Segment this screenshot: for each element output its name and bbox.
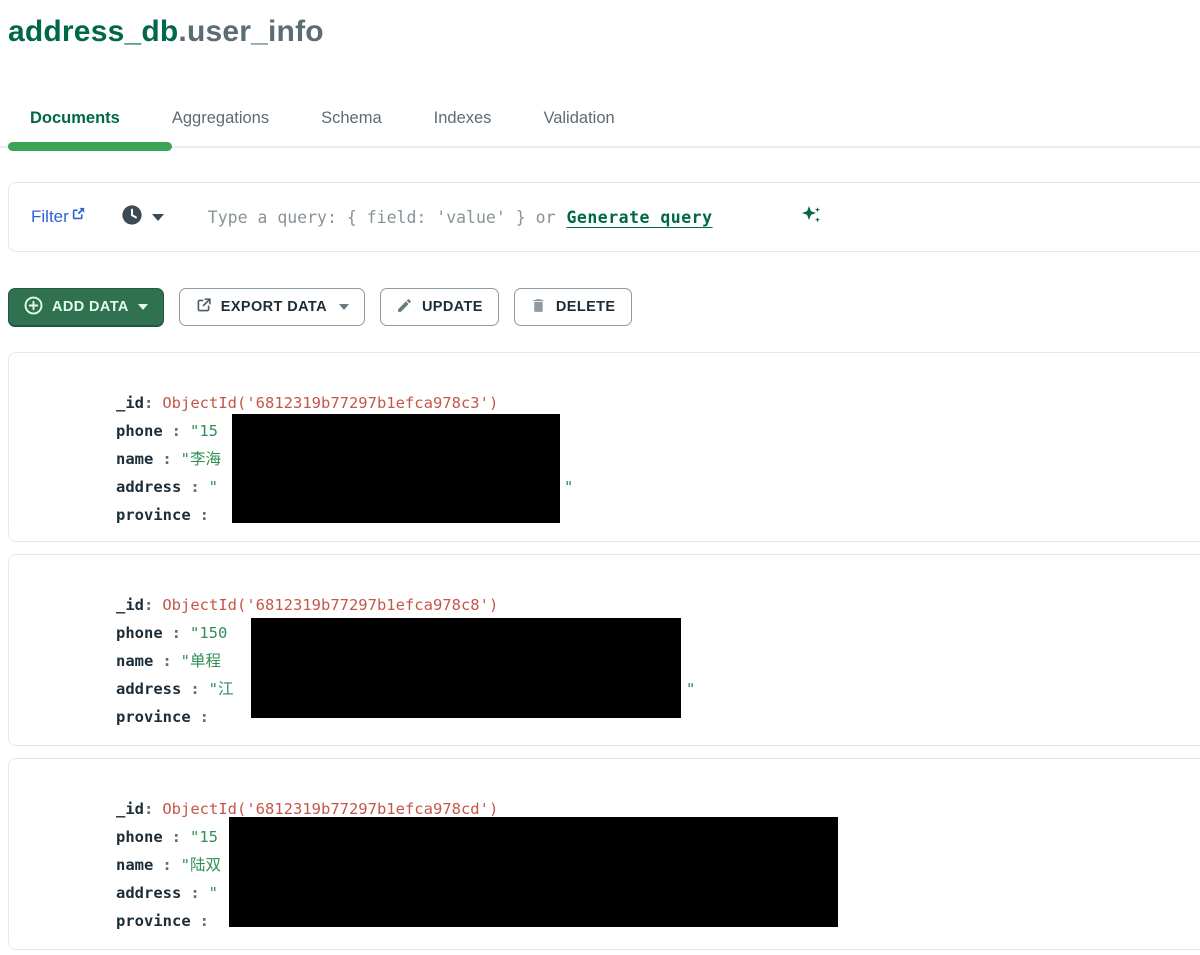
- collection-name: user_info: [187, 15, 324, 48]
- key-value-separator: :: [190, 478, 199, 496]
- field-value: "江: [209, 680, 234, 698]
- field-value-closing-quote: ": [686, 675, 695, 703]
- objectid-value: ObjectId('6812319b77297b1efca978c8'): [162, 596, 498, 614]
- query-bar: Filter Type a query: { field: 'value' } …: [8, 182, 1200, 252]
- tab-documents[interactable]: Documents: [30, 106, 120, 130]
- tab-indexes-label: Indexes: [434, 109, 492, 127]
- generate-query-link[interactable]: Generate query: [566, 208, 712, 227]
- objectid-value: ObjectId('6812319b77297b1efca978cd'): [162, 800, 498, 818]
- field-key: province: [116, 708, 191, 726]
- field-key: phone: [116, 624, 163, 642]
- clock-icon: [121, 204, 143, 231]
- redaction-box: [251, 618, 681, 718]
- chevron-down-icon: [138, 304, 148, 310]
- field-value: "李海: [181, 450, 221, 468]
- key-value-separator: :: [190, 680, 199, 698]
- external-link-icon: [72, 205, 85, 225]
- delete-button[interactable]: DELETE: [514, 288, 632, 326]
- key-value-separator: :: [162, 856, 171, 874]
- tab-documents-label: Documents: [30, 109, 120, 127]
- field-key: province: [116, 912, 191, 930]
- field-key: phone: [116, 828, 163, 846]
- chevron-down-icon: [339, 304, 349, 310]
- key-value-separator: :: [144, 596, 153, 614]
- field-key: name: [116, 856, 153, 874]
- tab-validation-label: Validation: [543, 109, 614, 127]
- key-value-separator: :: [190, 884, 199, 902]
- field-key: _id: [116, 800, 144, 818]
- tab-aggregations[interactable]: Aggregations: [172, 106, 269, 130]
- field-value: ": [209, 478, 218, 496]
- filter-link-label: Filter: [31, 207, 69, 227]
- export-icon: [195, 297, 212, 318]
- plus-circle-icon: [24, 296, 43, 319]
- update-label: UPDATE: [422, 299, 483, 315]
- collection-tabs: Documents Aggregations Schema Indexes Va…: [0, 106, 1200, 148]
- query-input[interactable]: Type a query: { field: 'value' } or Gene…: [208, 186, 821, 248]
- key-value-separator: :: [172, 828, 181, 846]
- query-history-button[interactable]: [121, 204, 164, 231]
- update-button[interactable]: UPDATE: [380, 288, 499, 326]
- field-key: name: [116, 652, 153, 670]
- active-tab-indicator: [8, 142, 172, 151]
- field-value: ": [209, 884, 218, 902]
- field-row-id: _id: ObjectId('6812319b77297b1efca978c8'): [116, 591, 1200, 619]
- collection-view: address_db.user_info Documents Aggregati…: [0, 0, 1200, 955]
- key-value-separator: :: [172, 624, 181, 642]
- chevron-down-icon: [152, 214, 164, 221]
- field-key: address: [116, 680, 181, 698]
- field-key: _id: [116, 394, 144, 412]
- field-value: "150: [190, 624, 227, 642]
- query-placeholder: Type a query: { field: 'value' } or: [208, 208, 556, 227]
- objectid-value: ObjectId('6812319b77297b1efca978c3'): [162, 394, 498, 412]
- field-key: _id: [116, 596, 144, 614]
- tab-aggregations-label: Aggregations: [172, 109, 269, 127]
- field-key: address: [116, 478, 181, 496]
- namespace-separator: .: [178, 15, 187, 48]
- sparkle-icon: [722, 186, 821, 248]
- tab-schema[interactable]: Schema: [321, 106, 382, 130]
- key-value-separator: :: [172, 422, 181, 440]
- key-value-separator: :: [162, 450, 171, 468]
- field-value-closing-quote: ": [564, 473, 573, 501]
- field-value: "15: [190, 422, 218, 440]
- field-row-id: _id: ObjectId('6812319b77297b1efca978c3'): [116, 389, 1200, 417]
- field-key: address: [116, 884, 181, 902]
- page-title: address_db.user_info: [8, 14, 1200, 50]
- field-key: name: [116, 450, 153, 468]
- add-data-button[interactable]: ADD DATA: [8, 288, 164, 326]
- tab-schema-label: Schema: [321, 109, 382, 127]
- field-value: "陆双: [181, 856, 221, 874]
- field-value: "单程: [181, 652, 221, 670]
- document-card[interactable]: _id: ObjectId('6812319b77297b1efca978cd')…: [8, 758, 1200, 950]
- pencil-icon: [396, 297, 413, 318]
- redaction-box: [232, 414, 560, 523]
- trash-icon: [530, 297, 547, 318]
- add-data-label: ADD DATA: [52, 299, 129, 315]
- document-card[interactable]: _id: ObjectId('6812319b77297b1efca978c3')…: [8, 352, 1200, 542]
- field-key: province: [116, 506, 191, 524]
- key-value-separator: :: [144, 800, 153, 818]
- key-value-separator: :: [200, 506, 209, 524]
- field-value: "15: [190, 828, 218, 846]
- key-value-separator: :: [200, 708, 209, 726]
- export-data-button[interactable]: EXPORT DATA: [179, 288, 365, 326]
- field-key: phone: [116, 422, 163, 440]
- document-card[interactable]: _id: ObjectId('6812319b77297b1efca978c8')…: [8, 554, 1200, 746]
- delete-label: DELETE: [556, 299, 616, 315]
- redaction-box: [229, 817, 838, 927]
- filter-link[interactable]: Filter: [31, 207, 85, 227]
- export-data-label: EXPORT DATA: [221, 299, 327, 315]
- tab-validation[interactable]: Validation: [543, 106, 614, 130]
- tab-indexes[interactable]: Indexes: [434, 106, 492, 130]
- key-value-separator: :: [162, 652, 171, 670]
- crud-toolbar: ADD DATA EXPORT DATA UPDATE DELETE: [8, 288, 1200, 326]
- database-name: address_db: [8, 15, 178, 48]
- key-value-separator: :: [200, 912, 209, 930]
- key-value-separator: :: [144, 394, 153, 412]
